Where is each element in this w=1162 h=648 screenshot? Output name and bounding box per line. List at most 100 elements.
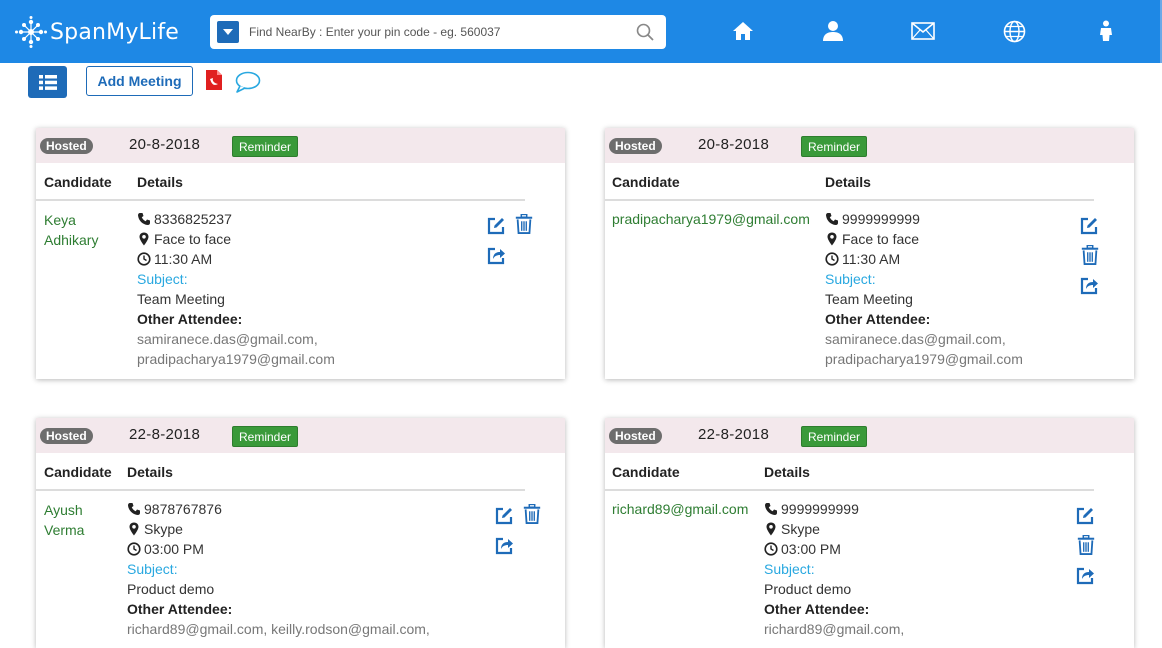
subject-label: Subject: <box>137 271 188 287</box>
list-view-button[interactable] <box>28 66 67 98</box>
caret-down-icon <box>223 29 233 35</box>
phone-icon <box>826 213 838 225</box>
location-pin-icon <box>827 232 837 246</box>
meeting-time: 11:30 AM <box>842 251 901 267</box>
search-dropdown-button[interactable] <box>217 21 239 43</box>
meeting-date: 20-8-2018 <box>129 136 201 153</box>
logo[interactable]: SpanMyLife <box>14 14 179 50</box>
reminder-button[interactable]: Reminder <box>801 136 868 157</box>
candidate-name[interactable]: Ayush Verma <box>44 500 84 540</box>
meeting-time: 11:30 AM <box>154 251 213 267</box>
meeting-mode: Skype <box>144 521 183 537</box>
clock-icon <box>137 252 151 266</box>
card-header: Hosted 20-8-2018 Reminder <box>36 128 565 163</box>
attendee-email: samiranece.das@gmail.com, <box>825 331 1006 347</box>
subject-text: Product demo <box>127 581 215 597</box>
candidate-name[interactable]: Keya Adhikary <box>44 210 98 250</box>
trash-icon[interactable] <box>514 214 534 234</box>
meeting-mode: Skype <box>781 521 820 537</box>
location-pin-icon <box>139 232 149 246</box>
phone-number: 8336825237 <box>154 211 232 227</box>
clock-icon <box>825 252 839 266</box>
home-icon[interactable] <box>731 19 755 43</box>
attendee-label: Other Attendee: <box>764 601 870 617</box>
attendee-email: pradipacharya1979@gmail.com <box>825 351 1023 367</box>
candidate-name[interactable]: pradipacharya1979@gmail.com <box>612 209 810 229</box>
subject-text: Team Meeting <box>137 291 225 307</box>
logo-text: SpanMyLife <box>50 19 180 45</box>
share-icon[interactable] <box>1075 566 1095 586</box>
attendee-label: Other Attendee: <box>137 311 243 327</box>
card-header: Hosted 22-8-2018 Reminder <box>605 418 1134 453</box>
meeting-card: Hosted 22-8-2018 Reminder Candidate Deta… <box>605 418 1134 648</box>
phone-number: 9999999999 <box>781 501 859 517</box>
user-icon[interactable] <box>821 19 845 43</box>
column-candidate: Candidate <box>44 174 112 190</box>
meeting-details: 9999999999 Skype 03:00 PM Subject: Produ… <box>764 499 904 639</box>
meeting-date: 20-8-2018 <box>698 136 770 153</box>
attendee-label: Other Attendee: <box>127 601 233 617</box>
meeting-time: 03:00 PM <box>144 541 204 557</box>
share-icon[interactable] <box>494 536 514 556</box>
meeting-card: Hosted 22-8-2018 Reminder Candidate Deta… <box>36 418 565 648</box>
hosted-badge: Hosted <box>609 138 662 154</box>
trash-icon[interactable] <box>1076 535 1096 555</box>
logo-icon <box>15 16 47 48</box>
trash-icon[interactable] <box>1080 245 1100 265</box>
hosted-badge: Hosted <box>40 138 93 154</box>
attendee-email: pradipacharya1979@gmail.com <box>137 351 335 367</box>
mail-icon[interactable] <box>911 19 935 43</box>
phone-icon <box>765 503 777 515</box>
subject-text: Team Meeting <box>825 291 913 307</box>
candidate-name[interactable]: richard89@gmail.com <box>612 499 748 519</box>
meeting-date: 22-8-2018 <box>129 426 201 443</box>
hosted-badge: Hosted <box>40 428 93 444</box>
column-candidate: Candidate <box>44 464 112 480</box>
phone-number: 9999999999 <box>842 211 920 227</box>
meeting-details: 9878767876 Skype 03:00 PM Subject: Produ… <box>127 499 430 639</box>
column-candidate: Candidate <box>612 174 680 190</box>
list-icon <box>38 74 57 90</box>
chat-icon[interactable] <box>235 71 261 93</box>
meeting-card: Hosted 20-8-2018 Reminder Candidate Deta… <box>605 128 1134 379</box>
person-icon[interactable] <box>1094 19 1118 43</box>
search-icon[interactable] <box>636 23 654 41</box>
card-header: Hosted 22-8-2018 Reminder <box>36 418 565 453</box>
globe-icon[interactable] <box>1002 19 1026 43</box>
reminder-button[interactable]: Reminder <box>801 426 868 447</box>
share-icon[interactable] <box>486 246 506 266</box>
search-bar <box>210 15 666 49</box>
edit-icon[interactable] <box>1075 506 1095 526</box>
meeting-details: 8336825237 Face to face 11:30 AM Subject… <box>137 209 335 369</box>
edit-icon[interactable] <box>494 506 514 526</box>
meeting-date: 22-8-2018 <box>698 426 770 443</box>
meeting-details: 9999999999 Face to face 11:30 AM Subject… <box>825 209 1023 369</box>
reminder-button[interactable]: Reminder <box>232 426 299 447</box>
meeting-time: 03:00 PM <box>781 541 841 557</box>
column-details: Details <box>137 174 183 190</box>
top-navbar: SpanMyLife <box>0 0 1162 63</box>
clock-icon <box>764 542 778 556</box>
phone-icon <box>128 503 140 515</box>
table-header: Candidate Details <box>36 453 525 491</box>
column-details: Details <box>825 174 871 190</box>
location-pin-icon <box>129 522 139 536</box>
meeting-card: Hosted 20-8-2018 Reminder Candidate Deta… <box>36 128 565 379</box>
trash-icon[interactable] <box>522 504 542 524</box>
edit-icon[interactable] <box>1079 216 1099 236</box>
attendee-label: Other Attendee: <box>825 311 931 327</box>
share-icon[interactable] <box>1079 276 1099 296</box>
add-meeting-button[interactable]: Add Meeting <box>86 66 193 96</box>
table-header: Candidate Details <box>36 163 525 201</box>
meeting-mode: Face to face <box>154 231 232 247</box>
edit-icon[interactable] <box>486 216 506 236</box>
phone-icon <box>138 213 150 225</box>
attendee-email: samiranece.das@gmail.com, <box>137 331 318 347</box>
candidate-first-name: Keya <box>44 212 76 228</box>
reminder-button[interactable]: Reminder <box>232 136 299 157</box>
table-header: Candidate Details <box>605 163 1094 201</box>
search-input[interactable] <box>249 17 629 47</box>
column-candidate: Candidate <box>612 464 680 480</box>
candidate-email: pradipacharya1979@gmail.com <box>612 211 810 227</box>
pdf-icon[interactable] <box>205 69 223 91</box>
